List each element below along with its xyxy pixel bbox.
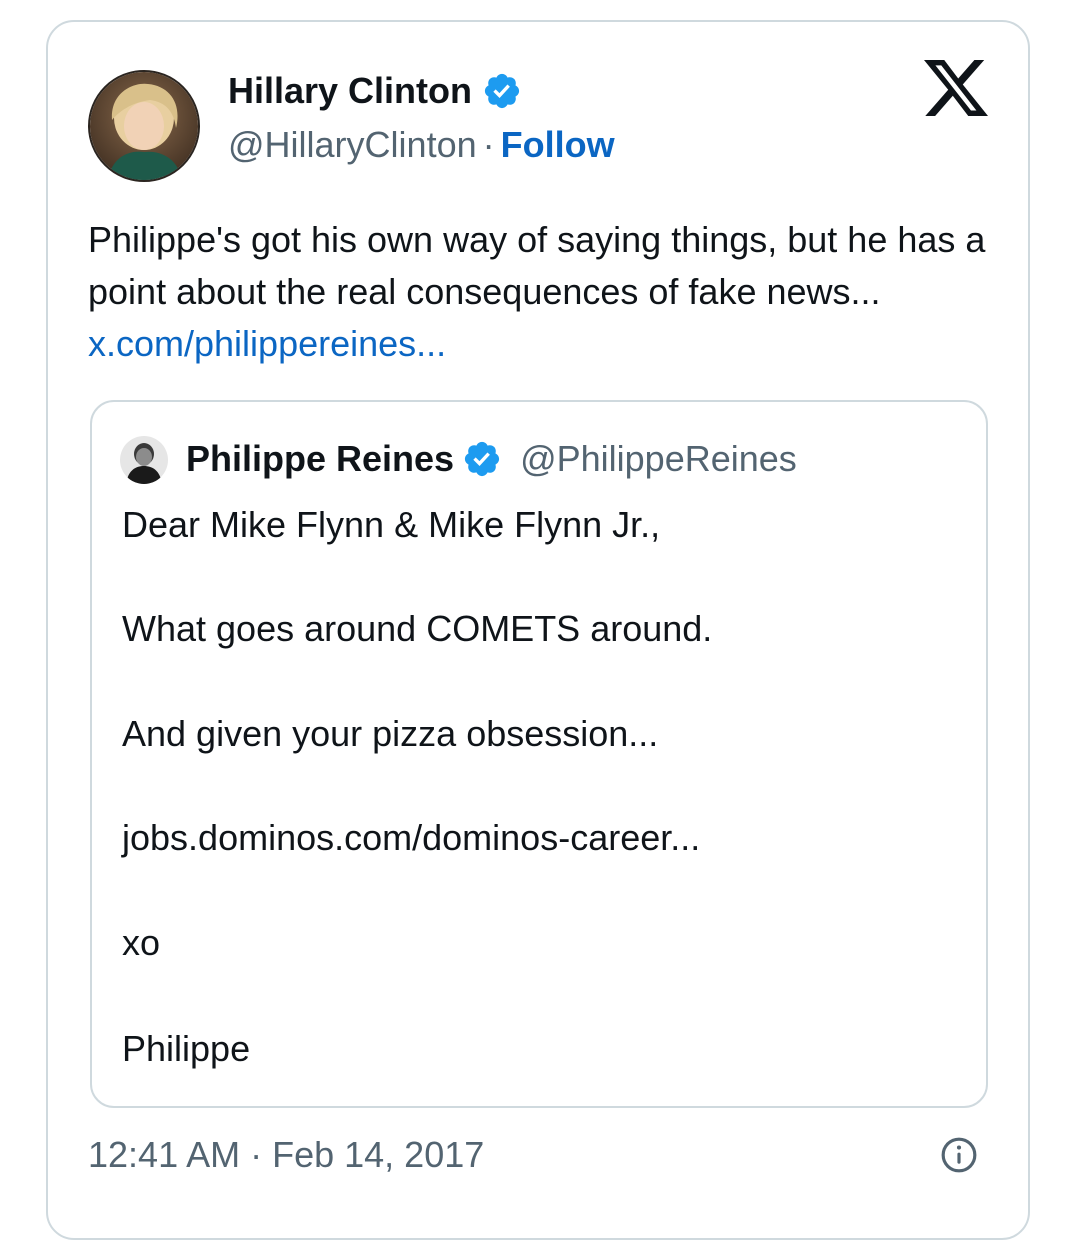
author-name-row[interactable]: Hillary Clinton (228, 70, 522, 112)
tweet-body: Philippe's got his own way of saying thi… (88, 219, 986, 312)
quoted-text-line: xo (122, 922, 161, 963)
quoted-text-line: jobs.dominos.com/dominos-career... (122, 817, 701, 858)
tweet-link[interactable]: x.com/philippereines... (88, 323, 446, 364)
avatar-photo (90, 72, 198, 180)
quoted-text-line: And given your pizza obsession... (122, 713, 659, 754)
quoted-header: Philippe Reines @PhilippeReines (186, 438, 797, 480)
quoted-avatar-photo (120, 436, 168, 484)
info-icon[interactable] (940, 1136, 978, 1174)
x-logo-icon[interactable] (924, 60, 988, 116)
separator-dot: · (482, 124, 495, 165)
verified-badge-icon (484, 73, 520, 109)
quoted-text-line: What goes around COMETS around. (122, 608, 713, 649)
quoted-text-line: Philippe (122, 1028, 251, 1069)
quoted-author-avatar[interactable] (120, 436, 168, 484)
author-handle-row: @HillaryClinton · Follow (228, 124, 615, 166)
quoted-text-line: Dear Mike Flynn & Mike Flynn Jr., (122, 504, 661, 545)
author-avatar[interactable] (88, 70, 200, 182)
author-handle[interactable]: @HillaryClinton (228, 124, 477, 165)
follow-button[interactable]: Follow (501, 124, 615, 165)
author-name[interactable]: Hillary Clinton (228, 70, 472, 112)
quoted-author-name[interactable]: Philippe Reines (186, 438, 454, 480)
verified-badge-icon (464, 441, 500, 477)
quoted-author-handle[interactable]: @PhilippeReines (520, 438, 797, 480)
tweet-text: Philippe's got his own way of saying thi… (88, 214, 1008, 370)
tweet-timestamp[interactable]: 12:41 AM · Feb 14, 2017 (88, 1134, 484, 1176)
